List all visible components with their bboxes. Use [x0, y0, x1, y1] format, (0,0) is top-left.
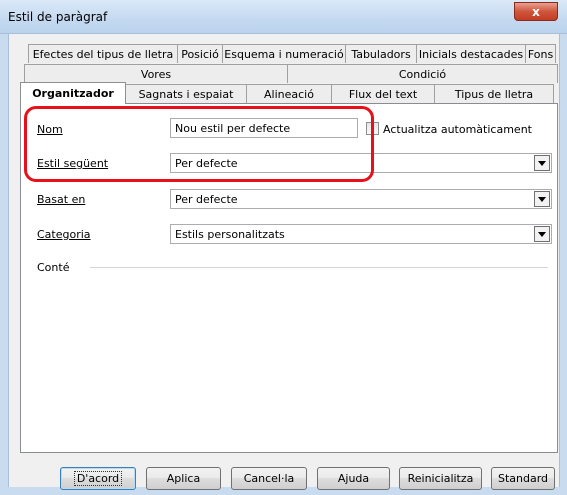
- tab-text-flow[interactable]: Flux del text: [331, 84, 435, 103]
- tab-row-2: Vores Condició: [24, 64, 558, 83]
- chevron-down-icon: [538, 160, 546, 166]
- name-input[interactable]: Nou estil per defecte: [170, 118, 358, 138]
- tab-tabs[interactable]: Tabuladors: [345, 44, 417, 63]
- name-label: Nom: [37, 123, 63, 136]
- category-dropdown-button[interactable]: [534, 226, 550, 242]
- standard-button[interactable]: Standard: [491, 467, 555, 490]
- apply-button[interactable]: Aplica: [146, 467, 221, 490]
- based-on-label: Basat en: [37, 193, 86, 206]
- next-style-select[interactable]: Per defecte: [170, 153, 552, 173]
- tab-condition[interactable]: Condició: [287, 64, 558, 83]
- close-icon: x: [532, 4, 540, 19]
- tab-drop-caps[interactable]: Inicials destacades: [416, 44, 526, 63]
- title-bar[interactable]: Estil de paràgraf x: [0, 0, 567, 34]
- window-frame-right: [559, 34, 567, 495]
- help-button[interactable]: Ajuda: [317, 467, 390, 490]
- tab-indents-spacing[interactable]: Sagnats i espaiat: [125, 84, 247, 103]
- contains-divider: [90, 267, 548, 268]
- chevron-down-icon: [538, 231, 546, 237]
- tab-alignment[interactable]: Alineació: [246, 84, 332, 103]
- chevron-down-icon: [538, 196, 546, 202]
- tab-organizer[interactable]: Organitzador: [20, 82, 126, 104]
- cancel-button[interactable]: Cancel·la: [231, 467, 307, 490]
- autoupdate-checkbox[interactable]: [366, 122, 379, 135]
- tab-borders[interactable]: Vores: [24, 64, 288, 83]
- paragraph-style-dialog: Estil de paràgraf x Efectes del tipus de…: [0, 0, 567, 495]
- contains-label: Conté: [37, 261, 70, 274]
- next-style-dropdown-button[interactable]: [534, 155, 550, 171]
- tab-font[interactable]: Tipus de lletra: [434, 84, 554, 103]
- category-label: Categoria: [37, 228, 91, 241]
- tab-row-1: Efectes del tipus de lletra Posició Esqu…: [28, 44, 556, 63]
- tab-font-effects[interactable]: Efectes del tipus de lletra: [28, 44, 178, 63]
- category-select[interactable]: Estils personalitzats: [170, 224, 552, 244]
- autoupdate-label: Actualitza automàticament: [383, 123, 532, 136]
- tab-row-3: Organitzador Sagnats i espaiat Alineació…: [20, 82, 554, 104]
- tab-outline-numbering[interactable]: Esquema i numeració: [222, 44, 346, 63]
- window-frame-left: [0, 34, 9, 495]
- tab-position[interactable]: Posició: [177, 44, 223, 63]
- window-title: Estil de paràgraf: [8, 10, 108, 24]
- tab-background[interactable]: Fons: [525, 44, 556, 63]
- reset-button[interactable]: Reinicialitza: [399, 467, 482, 490]
- based-on-dropdown-button[interactable]: [534, 191, 550, 207]
- close-button[interactable]: x: [514, 2, 558, 21]
- ok-button[interactable]: D'acord: [60, 467, 136, 490]
- based-on-select[interactable]: Per defecte: [170, 189, 552, 209]
- next-style-label: Estil següent: [37, 157, 109, 170]
